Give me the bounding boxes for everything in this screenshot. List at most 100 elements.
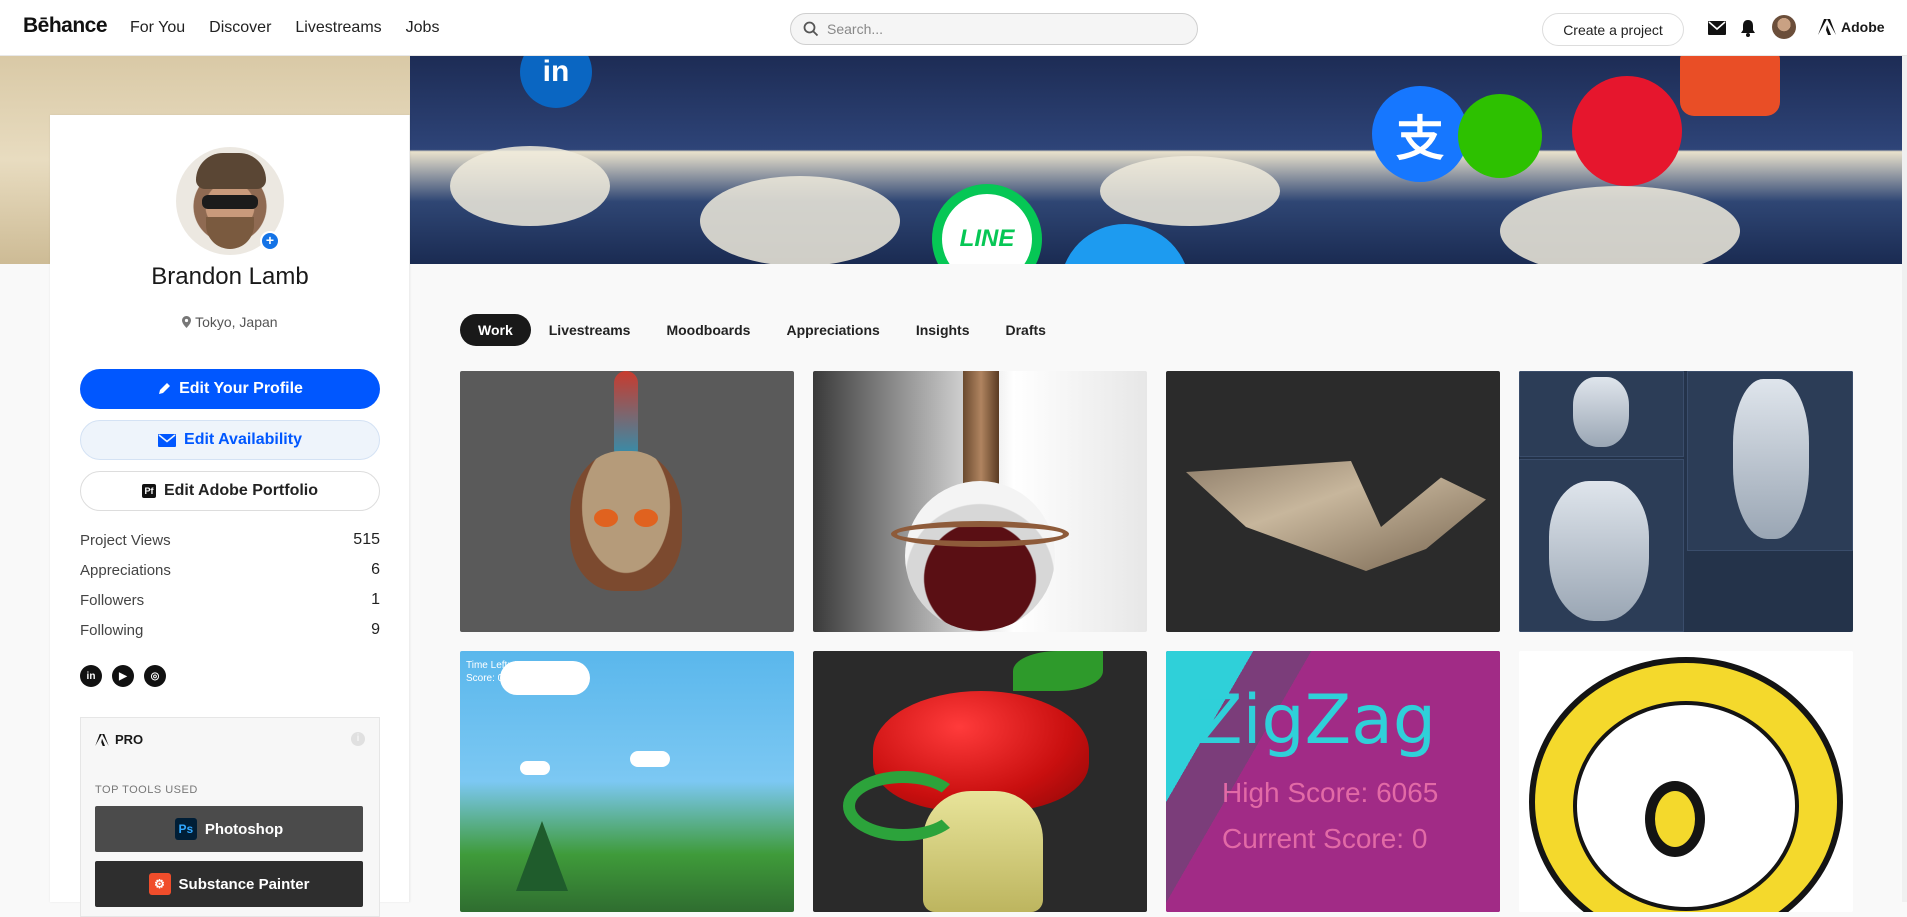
weibo-bubble-icon: [1572, 76, 1682, 186]
project-card-platformer-game[interactable]: Time Left: 11 Score: 0: [460, 651, 794, 912]
potion-bottle: [905, 481, 1055, 631]
stat-label: Followers: [80, 591, 145, 609]
edit-portfolio-label: Edit Adobe Portfolio: [163, 482, 319, 499]
banner-wave: [450, 146, 610, 226]
stat-appreciations[interactable]: Appreciations 6: [80, 555, 380, 585]
project-card-apple-worm[interactable]: [813, 651, 1147, 912]
bottle-ring: [891, 521, 1069, 547]
skull-eye: [594, 509, 618, 527]
adobe-menu[interactable]: Adobe: [1818, 19, 1885, 35]
project-grid: Time Left: 11 Score: 0 ZigZag High Score…: [460, 371, 1854, 912]
bottle-neck: [963, 371, 999, 491]
alipay-bubble-icon: 支: [1372, 86, 1468, 182]
zigzag-title: ZigZag: [1196, 681, 1437, 760]
pro-panel: PRO i TOP TOOLS USED Ps Photoshop ⚙ Subs…: [80, 717, 380, 917]
photoshop-icon: Ps: [174, 818, 197, 840]
banner-wave: [700, 176, 900, 264]
location-text: Tokyo, Japan: [195, 314, 278, 330]
hud-score: Score: 0: [466, 673, 504, 684]
page-scrollbar[interactable]: [1902, 56, 1907, 902]
skull-shape: [570, 451, 682, 591]
project-card-zigzag[interactable]: ZigZag High Score: 6065 Current Score: 0: [1166, 651, 1500, 912]
profile-location: Tokyo, Japan: [50, 314, 410, 330]
instagram-icon[interactable]: ◎: [144, 665, 166, 687]
tool-photoshop[interactable]: Ps Photoshop: [95, 806, 363, 852]
main-nav: For You Discover Livestreams Jobs: [130, 19, 439, 37]
edit-availability-label: Edit Availability: [184, 431, 302, 448]
zigzag-high-score: High Score: 6065: [1222, 777, 1439, 808]
tool-substance-painter[interactable]: ⚙ Substance Painter: [95, 861, 363, 907]
line-label: LINE: [959, 225, 1015, 252]
stat-followers[interactable]: Followers 1: [80, 585, 380, 615]
pro-header: PRO: [95, 732, 143, 747]
tab-insights[interactable]: Insights: [898, 314, 988, 346]
game-cloud: [520, 761, 550, 775]
hud-time: Time Left: 11: [466, 660, 524, 671]
info-icon[interactable]: i: [351, 732, 365, 746]
profile-tabs: Work Livestreams Moodboards Appreciation…: [460, 314, 1064, 346]
location-pin-icon: [182, 316, 192, 328]
game-tree: [516, 821, 568, 891]
tab-livestreams[interactable]: Livestreams: [531, 314, 649, 346]
pencil-icon: [159, 383, 171, 394]
mail-icon[interactable]: [1707, 18, 1727, 38]
stat-value: 6: [371, 561, 380, 578]
project-card-skull[interactable]: [460, 371, 794, 632]
game-hud: Time Left: 11 Score: 0: [466, 659, 523, 685]
pro-label: PRO: [115, 732, 144, 747]
bust-head: [1573, 377, 1629, 447]
banner-wave: [1100, 156, 1280, 226]
nav-jobs[interactable]: Jobs: [406, 19, 440, 37]
project-card-potion[interactable]: [813, 371, 1147, 632]
stat-label: Project Views: [80, 531, 171, 549]
profile-name: Brandon Lamb: [151, 263, 309, 290]
nav-discover[interactable]: Discover: [209, 19, 271, 37]
project-card-gold-coin[interactable]: [1519, 651, 1853, 912]
tool-label: Substance Painter: [178, 875, 310, 893]
create-project-button[interactable]: Create a project: [1542, 13, 1684, 46]
adobe-pro-icon: [95, 733, 109, 746]
stat-project-views: Project Views 515: [80, 525, 380, 555]
notifications-bell-icon[interactable]: [1738, 18, 1758, 38]
envelope-icon: [158, 433, 177, 447]
avatar-hair: [196, 153, 266, 189]
search-input[interactable]: [827, 21, 1167, 37]
edit-availability-button[interactable]: Edit Availability: [80, 420, 380, 460]
tab-work[interactable]: Work: [460, 314, 531, 346]
edit-profile-button[interactable]: Edit Your Profile: [80, 369, 380, 409]
tab-drafts[interactable]: Drafts: [988, 314, 1064, 346]
tab-moodboards[interactable]: Moodboards: [648, 314, 768, 346]
add-avatar-plus-icon[interactable]: +: [260, 231, 280, 251]
tab-appreciations[interactable]: Appreciations: [768, 314, 897, 346]
substance-painter-icon: ⚙: [148, 873, 171, 895]
social-links: in ▶ ◎: [80, 665, 166, 687]
wechat-bubble-icon: [1458, 94, 1542, 178]
tool-label: Photoshop: [204, 820, 284, 838]
game-cloud: [630, 751, 670, 767]
behance-logo[interactable]: Bēhance: [23, 14, 108, 38]
profile-stats: Project Views 515 Appreciations 6 Follower…: [80, 525, 380, 645]
avatar-sunglasses: [202, 195, 258, 209]
nav-for-you[interactable]: For You: [130, 19, 185, 37]
stat-value: 515: [353, 531, 380, 548]
edit-adobe-portfolio-button[interactable]: Pf Edit Adobe Portfolio: [80, 471, 380, 511]
stat-following[interactable]: Following 9: [80, 615, 380, 645]
top-navigation-bar: Bēhance For You Discover Livestreams Job…: [0, 0, 1907, 56]
edit-profile-label: Edit Your Profile: [179, 380, 303, 397]
youtube-icon[interactable]: ▶: [112, 665, 134, 687]
nav-livestreams[interactable]: Livestreams: [295, 19, 381, 37]
skull-eye: [634, 509, 658, 527]
bust-head: [1733, 379, 1809, 539]
portfolio-icon: Pf: [141, 484, 156, 498]
skull-mohawk: [614, 371, 638, 461]
search-bar[interactable]: [790, 13, 1198, 45]
linkedin-icon[interactable]: in: [80, 665, 102, 687]
search-icon: [803, 21, 819, 37]
top-tools-label: TOP TOOLS USED: [95, 784, 198, 796]
apple-leaf: [1013, 651, 1103, 691]
adobe-logo-icon: [1818, 19, 1836, 35]
stat-value: 1: [371, 591, 380, 608]
project-card-bust-sculpt[interactable]: [1519, 371, 1853, 632]
user-avatar[interactable]: [1772, 15, 1796, 39]
project-card-blade[interactable]: [1166, 371, 1500, 632]
